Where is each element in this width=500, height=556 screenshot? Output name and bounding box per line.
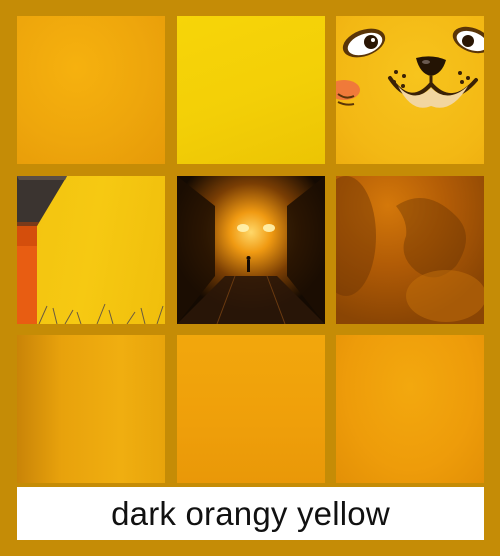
rust-texture-illustration	[336, 176, 484, 324]
swatch-bright-yellow	[177, 16, 325, 164]
tunnel-illustration	[177, 176, 325, 324]
swatch-orange-gradient	[17, 16, 165, 164]
swatch-orange-soft	[336, 335, 484, 483]
swatch-orange-yellow-shadow	[17, 335, 165, 483]
swatch-yellow-house-wall	[17, 176, 165, 324]
swatch-rusty-texture	[336, 176, 484, 324]
color-name-caption: dark orangy yellow	[111, 494, 390, 532]
house-wall-illustration	[17, 176, 164, 324]
swatch-glowing-tunnel	[177, 176, 325, 324]
cartoon-cat-illustration	[336, 26, 484, 108]
swatch-cartoon-cat-face	[336, 16, 484, 164]
caption-box: dark orangy yellow	[17, 487, 484, 540]
swatch-orange-flat	[177, 335, 325, 483]
